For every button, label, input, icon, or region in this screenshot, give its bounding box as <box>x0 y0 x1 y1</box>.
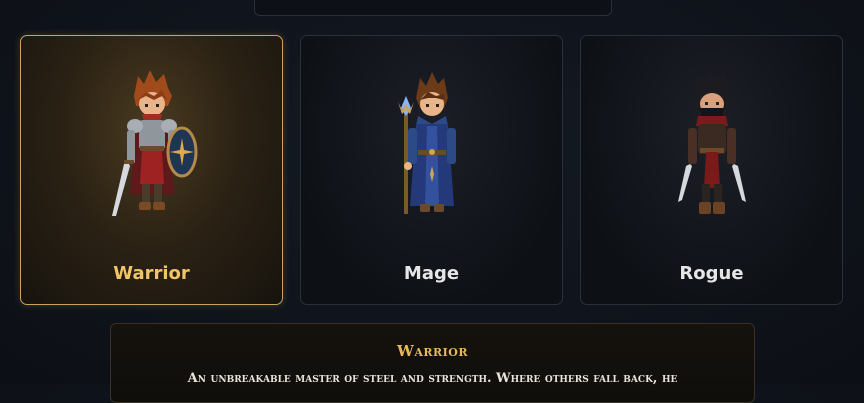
class-name-mage: Mage <box>403 263 460 284</box>
class-description-panel: Warrior An unbreakable master of steel a… <box>110 323 755 403</box>
warrior-sprite <box>112 70 198 216</box>
mage-sprite <box>398 72 456 214</box>
top-panel <box>254 0 612 16</box>
class-name-warrior: Warrior <box>113 263 190 284</box>
rogue-sprite <box>678 70 746 214</box>
description-title: Warrior <box>396 342 469 360</box>
class-card-warrior[interactable]: Warrior <box>20 35 283 305</box>
class-name-rogue: Rogue <box>679 263 744 284</box>
class-card-mage[interactable]: Mage <box>300 35 563 305</box>
class-card-rogue[interactable]: Rogue <box>580 35 843 305</box>
